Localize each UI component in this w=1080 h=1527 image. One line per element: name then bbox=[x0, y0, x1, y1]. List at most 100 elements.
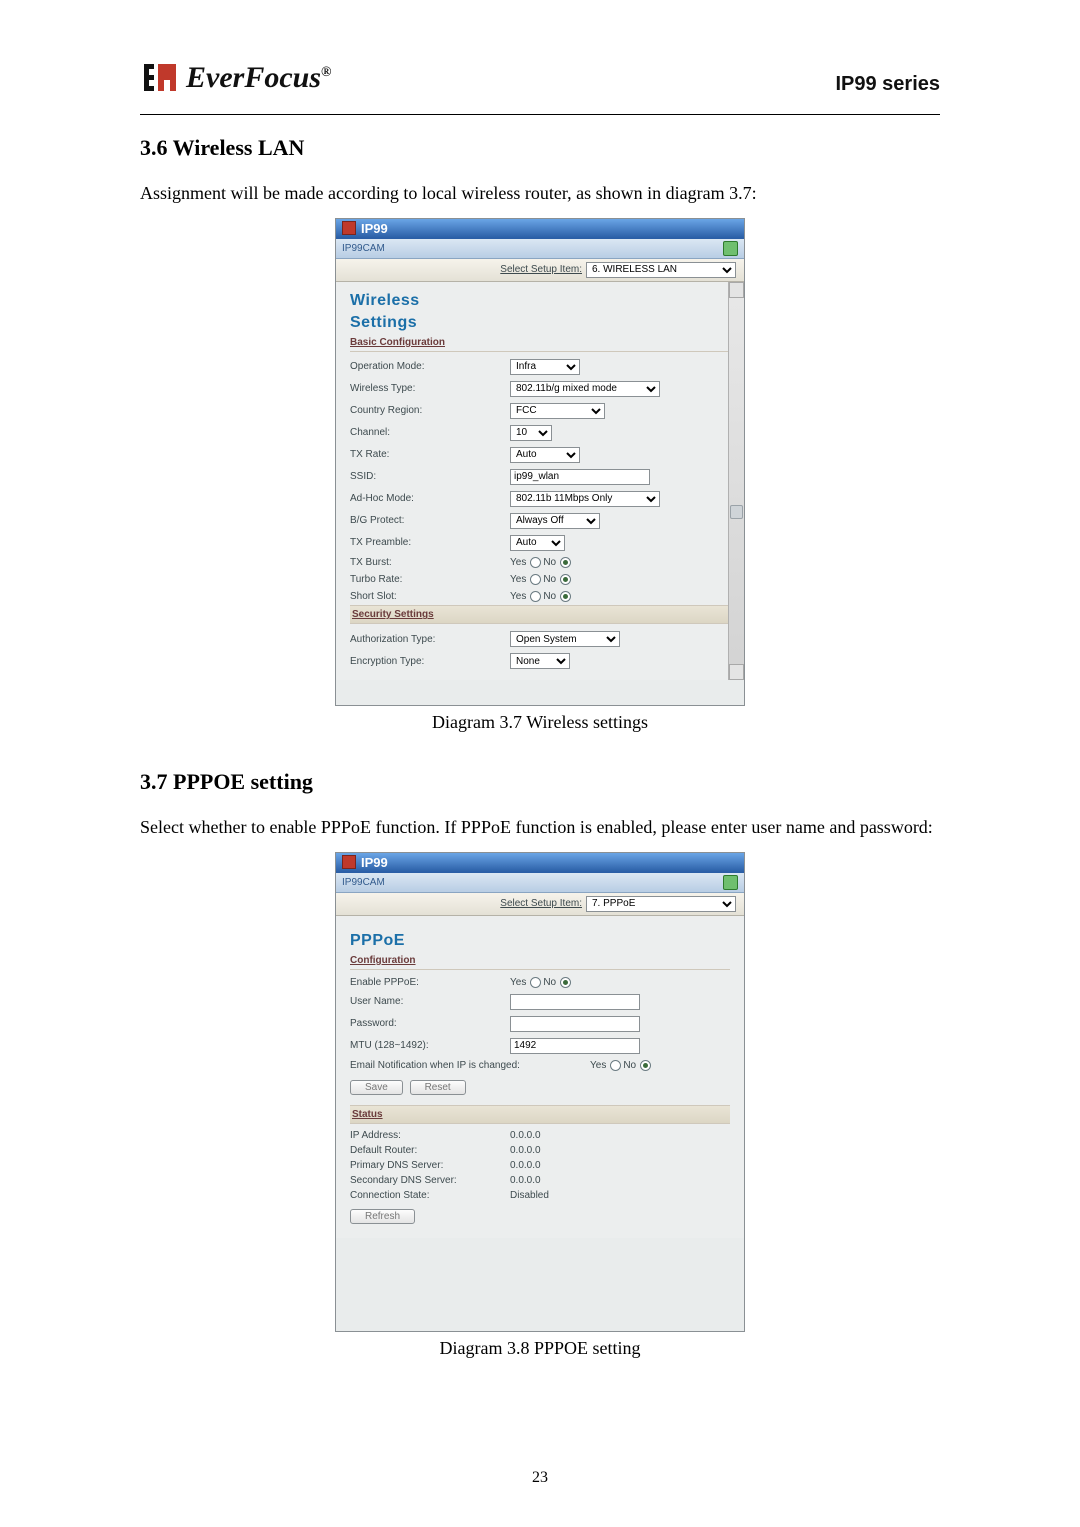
radio-group: YesNo bbox=[590, 1060, 730, 1071]
field-select[interactable]: None bbox=[510, 653, 570, 669]
go-icon[interactable] bbox=[723, 875, 738, 890]
field-label: Turbo Rate: bbox=[350, 574, 510, 585]
status-label: IP Address: bbox=[350, 1130, 510, 1141]
yes-radio[interactable] bbox=[530, 557, 541, 568]
field-select[interactable]: Auto bbox=[510, 447, 580, 463]
field-select[interactable]: Infra bbox=[510, 359, 580, 375]
yes-radio[interactable] bbox=[530, 977, 541, 988]
field-select[interactable]: 802.11b/g mixed mode bbox=[510, 381, 660, 397]
status-value: 0.0.0.0 bbox=[510, 1145, 541, 1156]
field-label: SSID: bbox=[350, 471, 510, 482]
no-radio[interactable] bbox=[560, 591, 571, 602]
field-select[interactable]: 10 bbox=[510, 425, 552, 441]
radio-group: Yes No bbox=[510, 557, 730, 568]
field-select[interactable]: 802.11b 11Mbps Only bbox=[510, 491, 660, 507]
field-select[interactable]: Auto bbox=[510, 535, 565, 551]
yes-label: Yes bbox=[510, 574, 526, 585]
form-row: Ad-Hoc Mode:802.11b 11Mbps Only bbox=[350, 488, 730, 510]
reset-button[interactable]: Reset bbox=[410, 1080, 466, 1095]
section-3-7-heading: 3.7 PPPOE setting bbox=[140, 769, 940, 795]
pppoe-settings-screenshot: IP99 IP99CAM Select Setup Item: 7. PPPoE… bbox=[335, 852, 745, 1332]
scroll-up-icon[interactable] bbox=[729, 282, 744, 298]
form-row: TX Preamble:Auto bbox=[350, 532, 730, 554]
setup-item-select[interactable]: 7. PPPoE bbox=[586, 896, 736, 912]
setup-item-label: Select Setup Item: bbox=[500, 898, 582, 909]
page-header: EverFocus® IP99 series bbox=[140, 60, 940, 96]
radio-group: YesNo bbox=[510, 977, 730, 988]
field-label: Wireless Type: bbox=[350, 383, 510, 394]
yes-radio[interactable] bbox=[530, 591, 541, 602]
field-input[interactable] bbox=[510, 1016, 640, 1032]
form-row: Email Notification when IP is changed:Ye… bbox=[350, 1057, 730, 1074]
form-row: Operation Mode:Infra bbox=[350, 356, 730, 378]
diagram-3-7-caption: Diagram 3.7 Wireless settings bbox=[140, 712, 940, 733]
no-label: No bbox=[543, 557, 556, 568]
scroll-thumb[interactable] bbox=[730, 505, 743, 519]
status-row: IP Address:0.0.0.0 bbox=[350, 1128, 730, 1143]
breadcrumb-bar: IP99CAM bbox=[336, 239, 744, 259]
field-select[interactable]: Open System bbox=[510, 631, 620, 647]
go-icon[interactable] bbox=[723, 241, 738, 256]
form-row: MTU (128~1492): bbox=[350, 1035, 730, 1057]
yes-radio[interactable] bbox=[530, 574, 541, 585]
no-label: No bbox=[543, 574, 556, 585]
yes-label: Yes bbox=[510, 977, 526, 988]
wireless-panel: Wireless Settings Basic Configuration Op… bbox=[336, 282, 744, 680]
scrollbar[interactable] bbox=[728, 282, 744, 680]
status-row: Secondary DNS Server:0.0.0.0 bbox=[350, 1173, 730, 1188]
form-row: Password: bbox=[350, 1013, 730, 1035]
field-input[interactable] bbox=[510, 469, 650, 485]
yes-label: Yes bbox=[590, 1060, 606, 1071]
panel-title: PPPoE bbox=[350, 932, 730, 950]
breadcrumb-text: IP99CAM bbox=[342, 243, 385, 254]
field-label: Authorization Type: bbox=[350, 634, 510, 645]
field-input[interactable] bbox=[510, 994, 640, 1010]
no-radio[interactable] bbox=[560, 977, 571, 988]
no-label: No bbox=[543, 591, 556, 602]
no-radio[interactable] bbox=[640, 1060, 651, 1071]
logo-icon bbox=[140, 60, 180, 96]
form-row: Encryption Type:None bbox=[350, 650, 730, 672]
config-header: Configuration bbox=[350, 952, 730, 970]
pppoe-panel: PPPoE Configuration Enable PPPoE:YesNoUs… bbox=[336, 916, 744, 1238]
field-label: TX Burst: bbox=[350, 557, 510, 568]
field-select[interactable]: FCC bbox=[510, 403, 605, 419]
setup-item-label: Select Setup Item: bbox=[500, 264, 582, 275]
field-label: Encryption Type: bbox=[350, 656, 510, 667]
yes-radio[interactable] bbox=[610, 1060, 621, 1071]
form-row: Enable PPPoE:YesNo bbox=[350, 974, 730, 991]
diagram-3-8-caption: Diagram 3.8 PPPOE setting bbox=[140, 1338, 940, 1359]
radio-group: Yes No bbox=[510, 574, 730, 585]
breadcrumb-text: IP99CAM bbox=[342, 877, 385, 888]
field-label: Email Notification when IP is changed: bbox=[350, 1060, 590, 1071]
status-value: 0.0.0.0 bbox=[510, 1160, 541, 1171]
save-button[interactable]: Save bbox=[350, 1080, 403, 1095]
wireless-settings-screenshot: IP99 IP99CAM Select Setup Item: 6. WIREL… bbox=[335, 218, 745, 706]
refresh-button[interactable]: Refresh bbox=[350, 1209, 415, 1224]
field-label: User Name: bbox=[350, 996, 510, 1007]
form-row: Authorization Type:Open System bbox=[350, 628, 730, 650]
scroll-down-icon[interactable] bbox=[729, 664, 744, 680]
form-row: SSID: bbox=[350, 466, 730, 488]
field-select[interactable]: Always Off bbox=[510, 513, 600, 529]
yes-label: Yes bbox=[510, 557, 526, 568]
status-value: 0.0.0.0 bbox=[510, 1130, 541, 1141]
window-app-icon bbox=[342, 855, 356, 869]
field-label: B/G Protect: bbox=[350, 515, 510, 526]
form-row: Country Region:FCC bbox=[350, 400, 730, 422]
form-row: TX Burst:Yes No bbox=[350, 554, 730, 571]
no-radio[interactable] bbox=[560, 574, 571, 585]
field-label: Short Slot: bbox=[350, 591, 510, 602]
no-radio[interactable] bbox=[560, 557, 571, 568]
status-label: Secondary DNS Server: bbox=[350, 1175, 510, 1186]
logo: EverFocus® bbox=[140, 60, 331, 96]
panel-title-line1: Wireless bbox=[350, 292, 730, 310]
form-row: TX Rate:Auto bbox=[350, 444, 730, 466]
field-input[interactable] bbox=[510, 1038, 640, 1054]
panel-title-line2: Settings bbox=[350, 314, 730, 332]
section-3-6-heading: 3.6 Wireless LAN bbox=[140, 135, 940, 161]
yes-label: Yes bbox=[510, 591, 526, 602]
field-label: Enable PPPoE: bbox=[350, 977, 510, 988]
field-label: TX Rate: bbox=[350, 449, 510, 460]
setup-item-select[interactable]: 6. WIRELESS LAN bbox=[586, 262, 736, 278]
